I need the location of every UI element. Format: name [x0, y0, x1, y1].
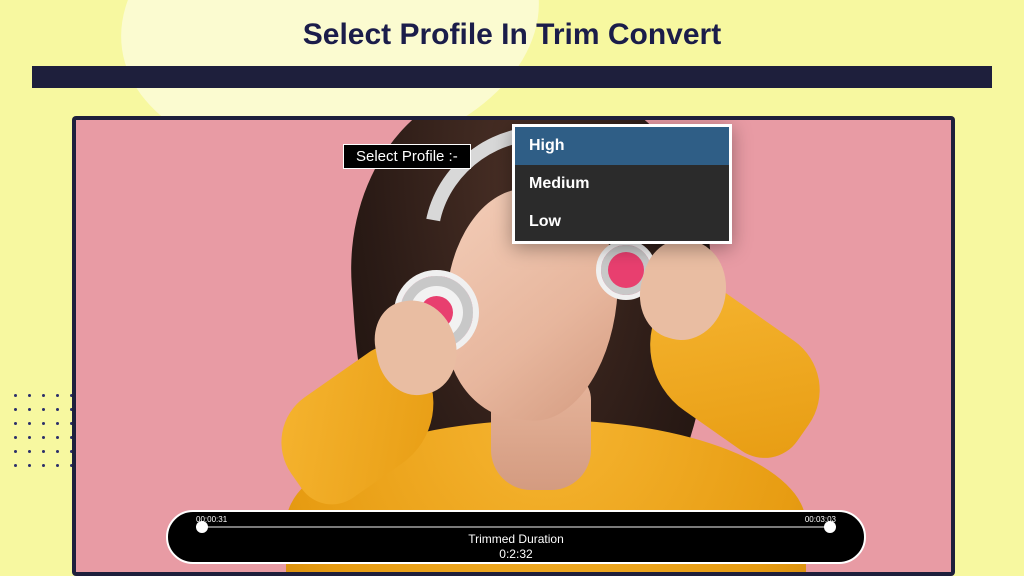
- trim-track[interactable]: 00:00:31 00:03:03: [196, 516, 836, 530]
- video-frame: Select Profile :- High Medium Low 00:00:…: [76, 120, 951, 572]
- trim-handle-end[interactable]: [824, 521, 836, 533]
- page-title: Select Profile In Trim Convert: [0, 18, 1024, 52]
- trim-caption-label: Trimmed Duration: [468, 532, 564, 547]
- trim-handle-start[interactable]: [196, 521, 208, 533]
- trim-caption: Trimmed Duration 0:2:32: [468, 532, 564, 562]
- header-bar: [32, 66, 992, 88]
- header: Select Profile In Trim Convert: [0, 0, 1024, 88]
- profile-option-medium[interactable]: Medium: [515, 165, 729, 203]
- profile-option-high[interactable]: High: [515, 127, 729, 165]
- profile-dropdown[interactable]: High Medium Low: [512, 124, 732, 244]
- trim-caption-value: 0:2:32: [468, 547, 564, 562]
- trim-track-line: [202, 526, 830, 528]
- video-stage: Select Profile :- High Medium Low 00:00:…: [72, 116, 955, 576]
- bg-dots: [10, 390, 70, 470]
- profile-option-low[interactable]: Low: [515, 203, 729, 241]
- select-profile-label: Select Profile :-: [343, 144, 471, 169]
- trim-bar: 00:00:31 00:03:03 Trimmed Duration 0:2:3…: [166, 510, 866, 564]
